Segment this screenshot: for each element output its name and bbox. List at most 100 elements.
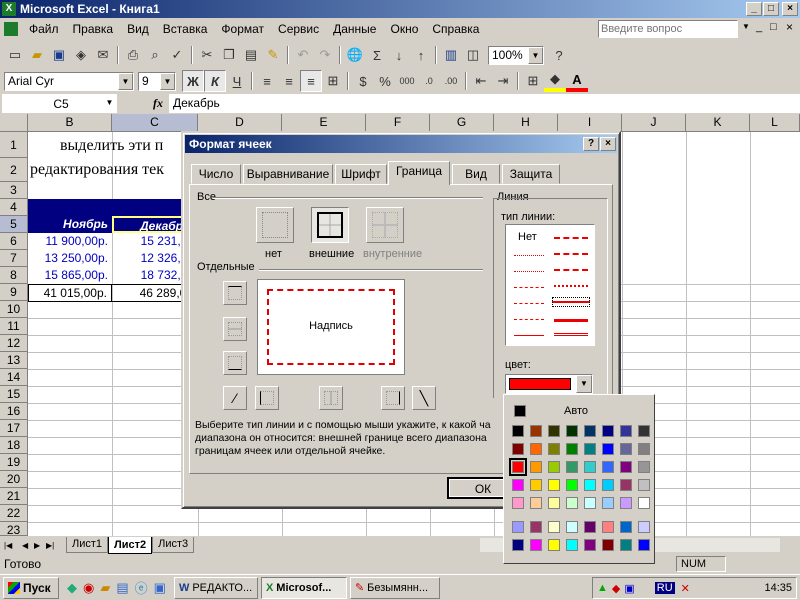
color-swatch[interactable] — [602, 425, 614, 437]
dialog-help-button[interactable]: ? — [583, 137, 599, 151]
border-diag-up-button[interactable]: ⁄ — [223, 386, 247, 410]
wb-minimize-button[interactable]: _ — [756, 21, 762, 33]
border-bottom-button[interactable] — [223, 351, 247, 375]
border-inside-v-button[interactable] — [319, 386, 343, 410]
line-style-option[interactable] — [554, 319, 588, 322]
color-swatch[interactable] — [620, 539, 632, 551]
sheet-tab-1[interactable]: Лист1 — [66, 537, 109, 553]
color-swatch[interactable] — [620, 461, 632, 473]
menu-file[interactable]: Файл — [22, 18, 66, 40]
tab-border[interactable]: Граница — [388, 161, 450, 185]
next-sheet-icon[interactable]: ▶ — [34, 541, 46, 550]
zoom-select[interactable]: 100% ▼ — [488, 45, 544, 65]
help-search-input[interactable] — [598, 20, 738, 38]
border-inside-h-button[interactable] — [223, 317, 247, 341]
row-header[interactable]: 11 — [0, 318, 28, 335]
copy-icon[interactable]: ❐ — [218, 44, 240, 66]
line-style-option[interactable] — [554, 253, 588, 255]
line-style-option-selected[interactable] — [552, 297, 590, 307]
line-style-option[interactable] — [514, 255, 544, 256]
row-header[interactable]: 12 — [0, 335, 28, 352]
sheet-tab-3[interactable]: Лист3 — [152, 537, 195, 553]
color-swatch[interactable] — [638, 443, 650, 455]
row-header[interactable]: 15 — [0, 386, 28, 403]
line-style-option[interactable] — [554, 237, 588, 239]
row-header[interactable]: 17 — [0, 420, 28, 437]
color-swatch[interactable] — [566, 521, 578, 533]
redo-icon[interactable]: ↷ — [314, 44, 336, 66]
borders-icon[interactable]: ⊞ — [522, 70, 544, 92]
row-header[interactable]: 2 — [0, 158, 28, 182]
border-right-button[interactable] — [381, 386, 405, 410]
email-icon[interactable]: ✉ — [92, 44, 114, 66]
col-header-l[interactable]: L — [750, 114, 800, 132]
color-swatch[interactable] — [566, 479, 578, 491]
ie-icon[interactable]: ⓔ — [135, 578, 148, 597]
increase-indent-icon[interactable]: ⇥ — [492, 70, 514, 92]
menu-help[interactable]: Справка — [425, 18, 486, 40]
color-swatch[interactable] — [620, 521, 632, 533]
color-swatch[interactable] — [512, 425, 524, 437]
chevron-down-icon[interactable]: ▼ — [102, 94, 117, 111]
cell-b5[interactable]: Ноябрь — [28, 216, 112, 233]
color-swatch[interactable] — [602, 479, 614, 491]
col-header-j[interactable]: J — [622, 114, 686, 132]
new-icon[interactable]: ▭ — [4, 44, 26, 66]
font-color-icon[interactable]: A — [566, 70, 588, 92]
paste-icon[interactable]: ▤ — [240, 44, 262, 66]
tray-icon[interactable]: ▲ — [597, 582, 608, 594]
col-header-d[interactable]: D — [198, 114, 282, 132]
decrease-decimal-icon[interactable]: .00 — [440, 70, 462, 92]
menu-format[interactable]: Формат — [214, 18, 271, 40]
color-swatch[interactable] — [620, 425, 632, 437]
tray-icon[interactable]: ◆ — [612, 582, 620, 595]
first-sheet-icon[interactable]: |◀ — [4, 541, 16, 550]
color-swatch[interactable] — [620, 497, 632, 509]
cell-b7[interactable]: 13 250,00р. — [28, 250, 112, 266]
row-header[interactable]: 7 — [0, 250, 28, 267]
font-name-select[interactable]: Arial Cyr ▼ — [4, 71, 134, 91]
color-swatch[interactable] — [548, 539, 560, 551]
color-swatch[interactable] — [638, 479, 650, 491]
formula-input[interactable]: Декабрь — [169, 94, 800, 113]
cell-b9[interactable]: 41 015,00р. — [28, 284, 112, 302]
row-header[interactable]: 19 — [0, 454, 28, 471]
tab-number[interactable]: Число — [191, 164, 241, 184]
sort-desc-icon[interactable]: ↑ — [410, 44, 432, 66]
chevron-down-icon[interactable]: ▼ — [160, 72, 175, 90]
color-swatch[interactable] — [512, 497, 524, 509]
chevron-down-icon[interactable]: ▼ — [576, 375, 592, 393]
row-header[interactable]: 5 — [0, 216, 28, 233]
merge-center-icon[interactable]: ⊞ — [322, 70, 344, 92]
save-icon[interactable]: ▣ — [48, 44, 70, 66]
color-swatch[interactable] — [548, 521, 560, 533]
sheet-tab-2-active[interactable]: Лист2 — [108, 536, 153, 554]
color-swatch[interactable] — [602, 497, 614, 509]
quicklaunch-icon[interactable]: ◉ — [83, 580, 94, 596]
row-header[interactable]: 23 — [0, 522, 28, 536]
color-swatch[interactable] — [548, 461, 560, 473]
chevron-down-icon[interactable]: ▼ — [528, 46, 543, 64]
color-swatch[interactable] — [548, 497, 560, 509]
tab-protection[interactable]: Защита — [502, 164, 560, 184]
align-left-icon[interactable]: ≡ — [256, 70, 278, 92]
col-header-g[interactable]: G — [430, 114, 494, 132]
menu-tools[interactable]: Сервис — [271, 18, 326, 40]
auto-color-swatch[interactable] — [514, 405, 526, 417]
line-style-option[interactable] — [554, 333, 588, 336]
row-header[interactable]: 13 — [0, 352, 28, 369]
start-button[interactable]: Пуск — [3, 576, 59, 599]
border-left-button[interactable] — [255, 386, 279, 410]
row-header[interactable]: 1 — [0, 132, 28, 158]
line-style-option[interactable] — [514, 303, 544, 304]
row-header[interactable]: 18 — [0, 437, 28, 454]
color-swatch[interactable] — [530, 497, 542, 509]
print-preview-icon[interactable]: ⌕ — [144, 44, 166, 66]
undo-icon[interactable]: ↶ — [292, 44, 314, 66]
color-swatch[interactable] — [530, 443, 542, 455]
underline-button[interactable]: Ч — [226, 70, 248, 92]
color-swatch[interactable] — [620, 479, 632, 491]
color-swatch[interactable] — [512, 539, 524, 551]
minimize-button[interactable]: _ — [746, 2, 762, 16]
cell-title-row2[interactable]: редактирования тек — [30, 160, 190, 180]
